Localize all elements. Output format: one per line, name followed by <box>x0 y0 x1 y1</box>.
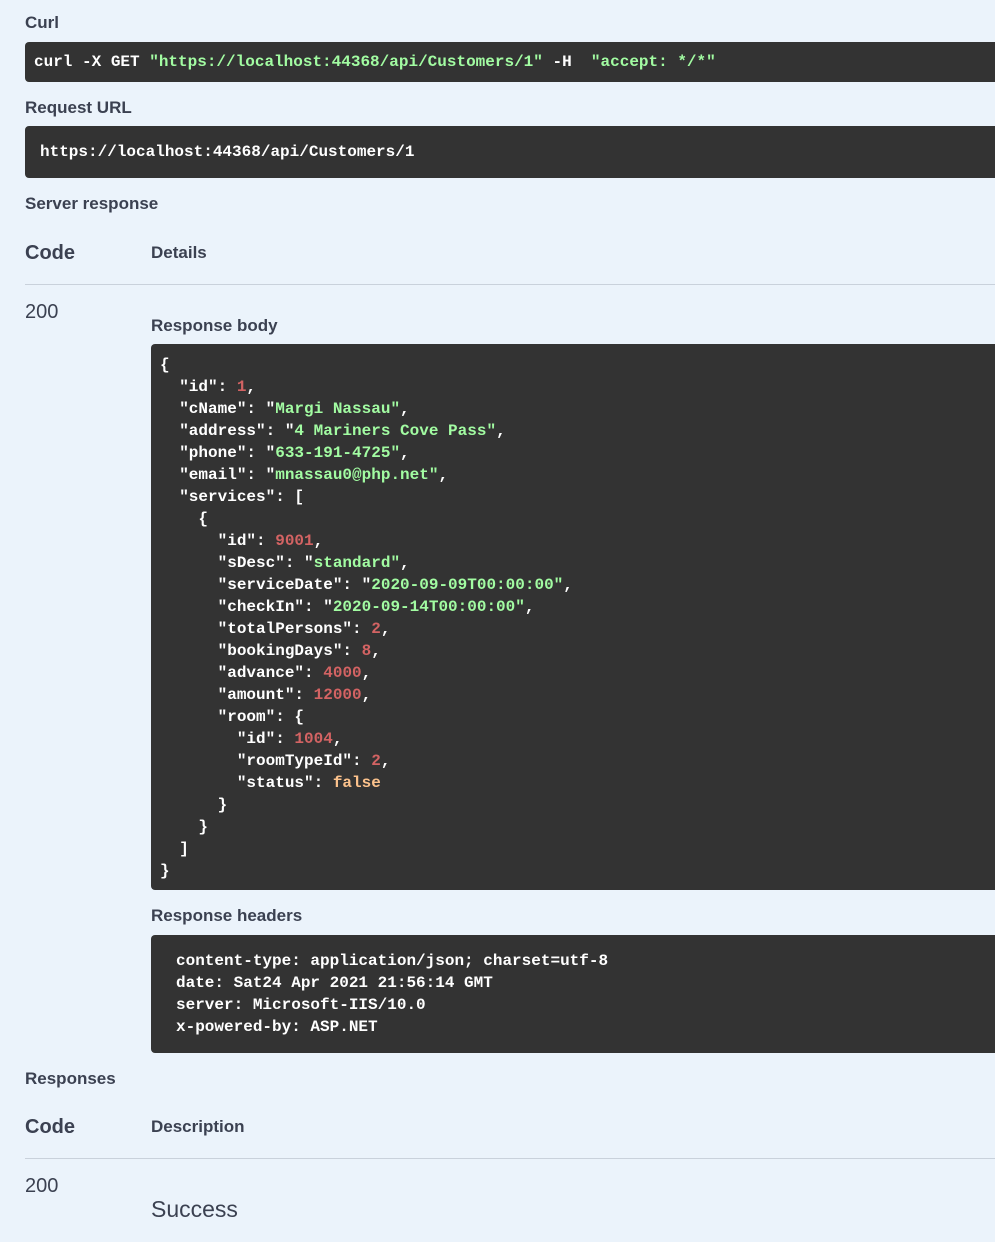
response-header-line: date: Sat24 Apr 2021 21:56:14 GMT <box>176 974 493 992</box>
request-url-label: Request URL <box>25 98 132 117</box>
curl-command[interactable]: curl -X GET "https://localhost:44368/api… <box>25 42 995 82</box>
responses-divider <box>25 1158 995 1159</box>
responses-status-code: 200 <box>25 1175 59 1197</box>
json-cname: Margi Nassau <box>275 400 391 418</box>
curl-flag: -H <box>542 53 591 71</box>
json-amount: 12000 <box>313 686 362 704</box>
response-headers-label: Response headers <box>151 906 303 925</box>
responses-description-header: Description <box>151 1117 245 1136</box>
responses-code-header: Code <box>25 1116 75 1138</box>
server-response-status-code: 200 <box>25 301 59 323</box>
json-address: 4 Mariners Cove Pass <box>294 422 487 440</box>
request-url-value[interactable]: https://localhost:44368/api/Customers/1 <box>25 126 995 178</box>
json-check-in: 2020-09-14T00:00:00 <box>332 598 516 616</box>
json-sdesc: standard <box>313 554 391 572</box>
server-response-details-header: Details <box>151 243 207 262</box>
json-total-persons: 2 <box>371 620 381 638</box>
curl-header: "accept: */*" <box>590 53 716 71</box>
curl-label: Curl <box>25 13 59 32</box>
server-response-label: Server response <box>25 194 159 213</box>
response-header-line: x-powered-by: ASP.NET <box>176 1018 378 1036</box>
json-room-status: false <box>332 774 381 792</box>
json-id: 1 <box>236 378 247 396</box>
response-headers[interactable]: content-type: application/json; charset=… <box>151 935 995 1053</box>
response-body-label: Response body <box>151 316 278 335</box>
json-email: mnassau0@php.net <box>275 466 429 484</box>
json-booking-days: 8 <box>361 642 372 660</box>
curl-url: "https://localhost:44368/api/Customers/1… <box>149 53 543 71</box>
response-body[interactable]: { "id": 1, "cName": "Margi Nassau", "add… <box>151 344 995 890</box>
json-phone: 633-191-4725 <box>275 444 391 462</box>
responses-description: Success <box>151 1196 238 1222</box>
server-response-divider <box>25 284 995 285</box>
curl-prefix: curl -X GET <box>34 53 150 71</box>
json-service-id: 9001 <box>275 532 314 550</box>
json-advance: 4000 <box>323 664 362 682</box>
response-header-line: server: Microsoft-IIS/10.0 <box>176 996 426 1014</box>
json-service-date: 2020-09-09T00:00:00 <box>371 576 554 594</box>
json-room-type-id: 2 <box>371 752 381 770</box>
server-response-code-header: Code <box>25 242 75 264</box>
response-header-line: content-type: application/json; charset=… <box>176 952 609 970</box>
json-room-id: 1004 <box>294 730 333 748</box>
responses-label: Responses <box>25 1069 116 1088</box>
